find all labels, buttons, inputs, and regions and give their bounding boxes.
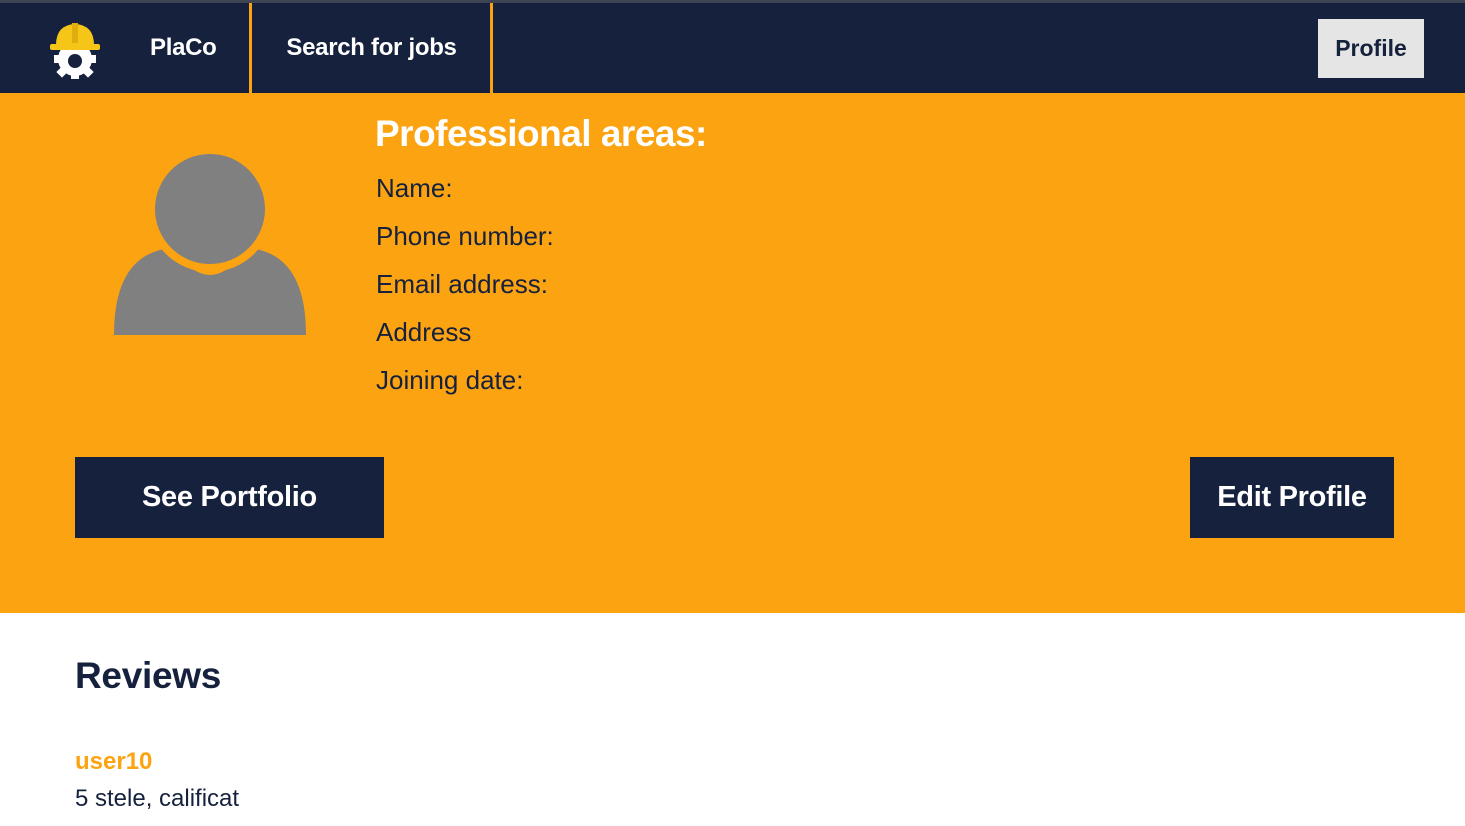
review-text: 5 stele, calificat	[75, 785, 240, 812]
profile-section: Professional areas: Name: Phone number: …	[0, 93, 1465, 613]
see-portfolio-button[interactable]: See Portfolio	[75, 457, 384, 538]
professional-areas-heading: Professional areas:	[375, 113, 707, 154]
review-author[interactable]: user10	[75, 748, 152, 776]
email-address-label: Email address:	[376, 269, 548, 299]
navbar: PlaCo Search for jobs Profile	[0, 3, 1465, 93]
user-avatar-icon	[114, 153, 306, 335]
nav-divider	[249, 3, 252, 93]
hardhat-gear-icon[interactable]	[44, 19, 106, 79]
brand-link[interactable]: PlaCo	[150, 3, 217, 93]
edit-profile-button[interactable]: Edit Profile	[1190, 457, 1394, 538]
nav-divider	[490, 3, 493, 93]
nav-search-jobs-link[interactable]: Search for jobs	[253, 3, 490, 93]
address-label: Address	[376, 317, 472, 347]
profile-button[interactable]: Profile	[1318, 19, 1424, 78]
name-label: Name:	[376, 173, 453, 203]
joining-date-label: Joining date:	[376, 365, 524, 395]
reviews-heading: Reviews	[75, 655, 221, 696]
phone-number-label: Phone number:	[376, 221, 554, 251]
